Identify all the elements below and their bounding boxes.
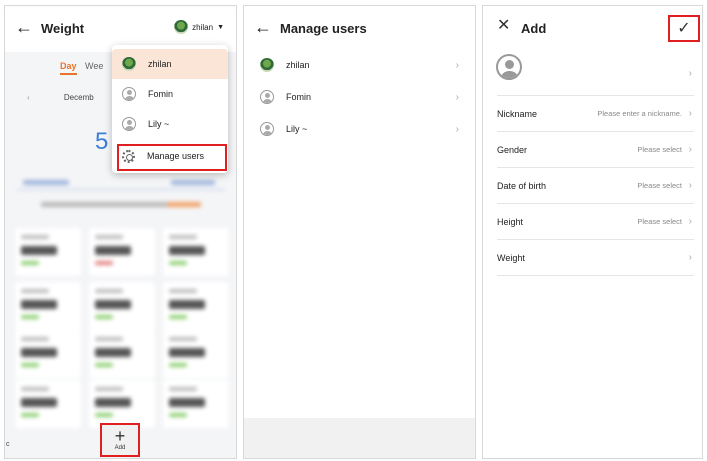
user-name: Fomin bbox=[286, 92, 312, 102]
chevron-right-icon: › bbox=[688, 180, 692, 191]
tab-day[interactable]: Day bbox=[60, 61, 77, 75]
metric-card bbox=[163, 380, 229, 428]
toggle-bar bbox=[17, 178, 225, 190]
person-avatar-icon bbox=[260, 90, 274, 104]
edge-text: c bbox=[6, 441, 10, 448]
caret-down-icon: ▼ bbox=[217, 23, 224, 31]
date-navigator: ‹ Decemb bbox=[27, 93, 94, 102]
dropdown-item-zhilan[interactable]: zhilan bbox=[112, 49, 228, 79]
period-tabs: Day Wee bbox=[60, 61, 103, 75]
height-select[interactable]: Please select bbox=[637, 217, 682, 226]
weight-screen: ← Weight zhilan ▼ Day Wee ‹ Decemb 5 c z… bbox=[4, 5, 237, 459]
user-list-item-lily[interactable]: Lily ~ › bbox=[244, 114, 475, 144]
footer-bar bbox=[244, 418, 475, 458]
user-name: Lily ~ bbox=[286, 124, 308, 134]
dropdown-item-lily[interactable]: Lily ~ bbox=[112, 109, 228, 139]
date-label: Decemb bbox=[63, 93, 94, 102]
user-avatar-plant-icon bbox=[174, 20, 189, 34]
avatar-row[interactable]: › bbox=[497, 52, 694, 96]
confirm-check-button[interactable]: ✓ bbox=[668, 15, 700, 42]
bottom-nav bbox=[5, 5, 236, 6]
page-title: Manage users bbox=[280, 21, 367, 36]
metric-card bbox=[163, 330, 229, 378]
chevron-left-icon[interactable]: ‹ bbox=[27, 93, 30, 102]
metric-card bbox=[89, 330, 155, 378]
dropdown-item-fomin[interactable]: Fomin bbox=[112, 79, 228, 109]
tab-week[interactable]: Wee bbox=[85, 61, 103, 71]
metric-card bbox=[15, 228, 81, 276]
gender-select[interactable]: Please select bbox=[637, 145, 682, 154]
person-avatar-icon bbox=[122, 87, 136, 101]
chevron-right-icon: › bbox=[455, 123, 459, 135]
avatar-placeholder-icon[interactable] bbox=[496, 54, 522, 80]
height-row[interactable]: Height Please select › bbox=[497, 204, 694, 240]
close-icon[interactable]: ✕ bbox=[497, 18, 510, 34]
manage-users-header: ← Manage users bbox=[244, 6, 475, 52]
metric-card bbox=[89, 380, 155, 428]
plant-avatar-icon bbox=[260, 58, 274, 72]
add-user-button[interactable]: + Add bbox=[100, 423, 140, 457]
row-label: Weight bbox=[497, 252, 525, 263]
chevron-right-icon: › bbox=[455, 59, 459, 71]
row-label: Height bbox=[497, 216, 524, 227]
metric-card bbox=[89, 282, 155, 330]
user-list-item-fomin[interactable]: Fomin › bbox=[244, 82, 475, 112]
dropdown-item-label: Fomin bbox=[148, 89, 174, 99]
metric-card bbox=[89, 228, 155, 276]
back-arrow-icon[interactable]: ← bbox=[254, 18, 272, 36]
manage-users-screen: ← Manage users zhilan › Fomin › Lily ~ › bbox=[243, 5, 476, 459]
nickname-row[interactable]: Nickname Please enter a nickname. › bbox=[497, 96, 694, 132]
chevron-right-icon: › bbox=[688, 252, 692, 263]
plus-icon: + bbox=[114, 426, 126, 446]
add-button-label: Add bbox=[114, 445, 126, 451]
dropdown-item-label: zhilan bbox=[148, 59, 172, 69]
user-list-item-zhilan[interactable]: zhilan › bbox=[244, 50, 475, 80]
page-title: Add bbox=[521, 21, 547, 36]
metric-card bbox=[15, 282, 81, 330]
metric-card bbox=[163, 228, 229, 276]
date-of-birth-select[interactable]: Please select bbox=[637, 181, 682, 190]
weight-row[interactable]: Weight › bbox=[497, 240, 694, 276]
user-switcher[interactable]: zhilan ▼ bbox=[174, 20, 224, 34]
plant-avatar-icon bbox=[122, 57, 136, 71]
goal-note bbox=[41, 202, 201, 207]
row-label: Gender bbox=[497, 144, 528, 155]
user-name: zhilan bbox=[286, 60, 310, 70]
highlight-box bbox=[117, 144, 227, 171]
current-user-name: zhilan bbox=[192, 22, 214, 32]
chevron-right-icon: › bbox=[688, 216, 692, 227]
chevron-right-icon: › bbox=[688, 108, 692, 119]
row-label: Nickname bbox=[497, 108, 538, 119]
date-of-birth-row[interactable]: Date of birth Please select › bbox=[497, 168, 694, 204]
nickname-input[interactable]: Please enter a nickname. bbox=[597, 109, 682, 118]
gender-row[interactable]: Gender Please select › bbox=[497, 132, 694, 168]
metric-card bbox=[15, 380, 81, 428]
row-label: Date of birth bbox=[497, 180, 547, 191]
dropdown-item-label: Lily ~ bbox=[148, 119, 170, 129]
person-avatar-icon bbox=[122, 117, 136, 131]
person-avatar-icon bbox=[260, 122, 274, 136]
chevron-right-icon: › bbox=[688, 68, 692, 79]
chevron-right-icon: › bbox=[688, 144, 692, 155]
metric-card bbox=[163, 282, 229, 330]
chevron-right-icon: › bbox=[455, 91, 459, 103]
metric-card bbox=[15, 330, 81, 378]
back-arrow-icon[interactable]: ← bbox=[15, 18, 33, 36]
weight-value: 5 bbox=[95, 128, 109, 155]
page-title: Weight bbox=[41, 21, 85, 36]
